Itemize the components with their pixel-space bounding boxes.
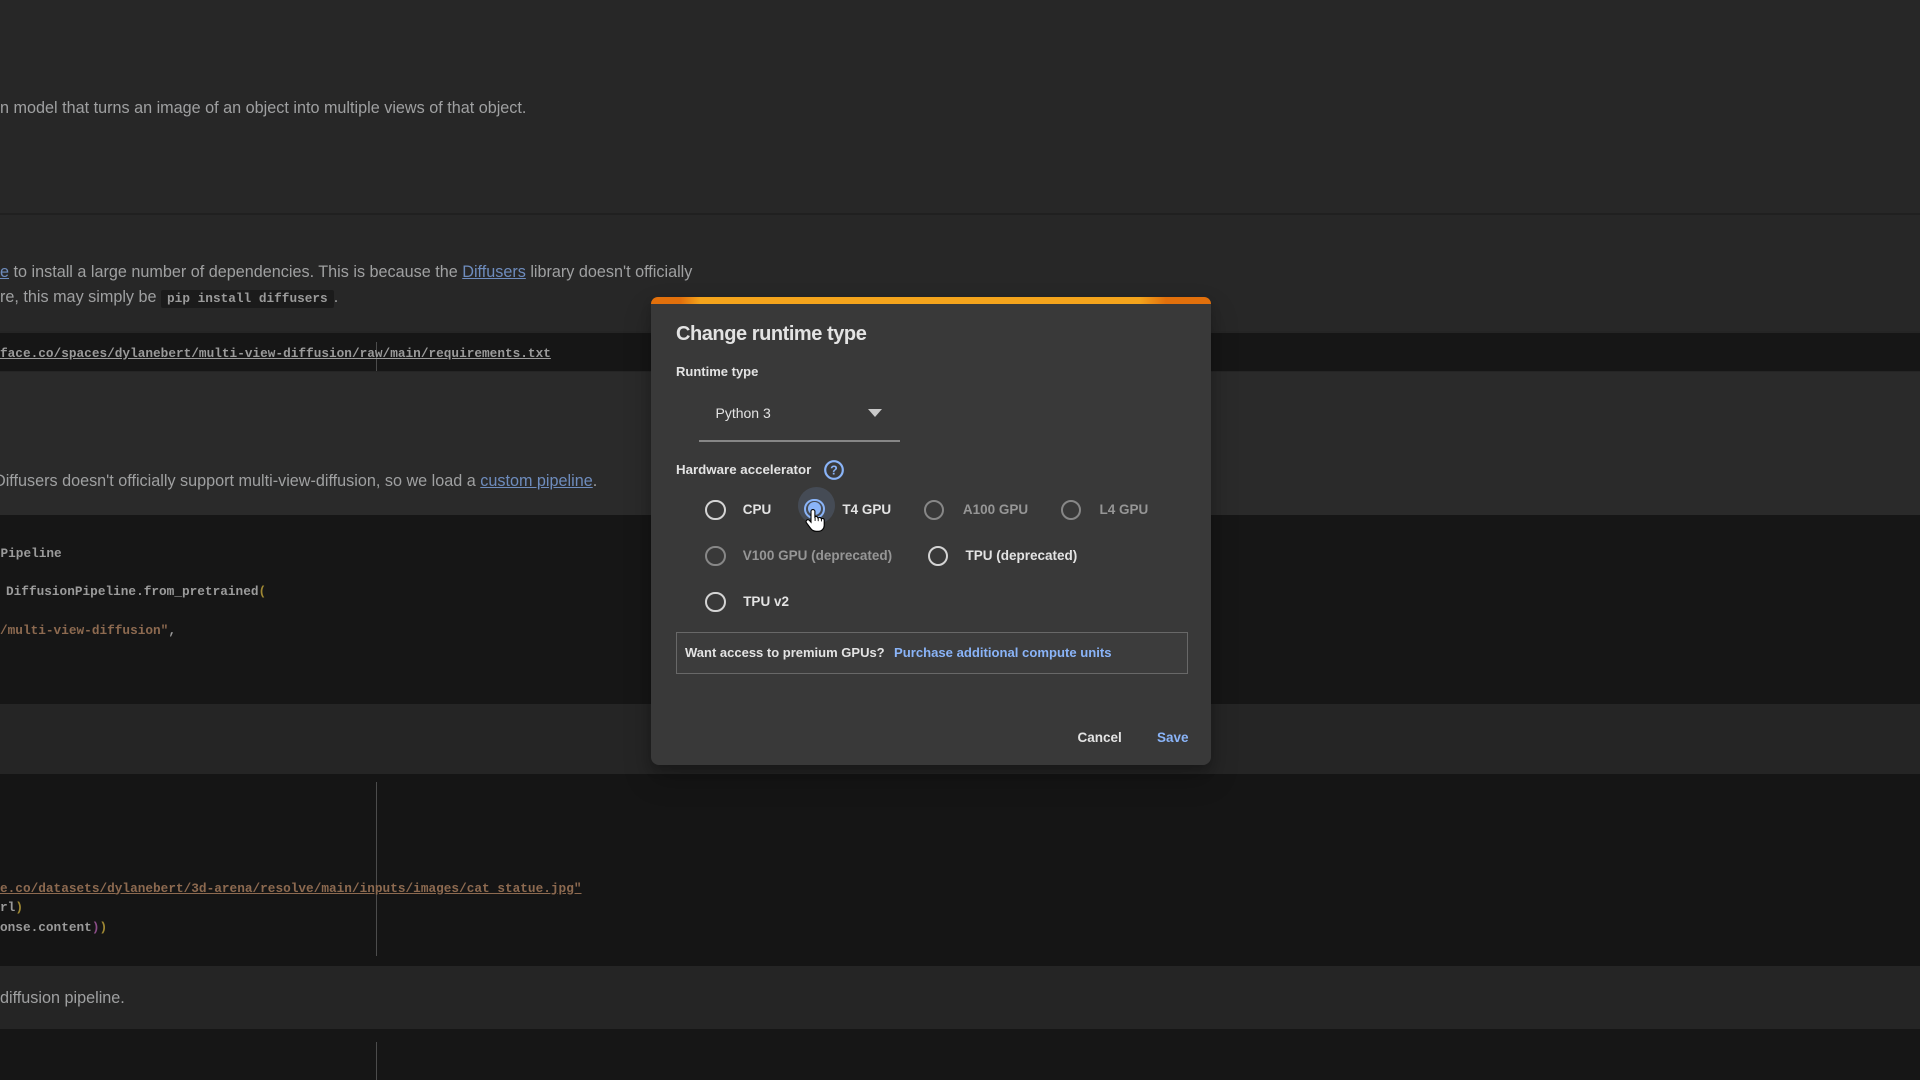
svg-text:?: ?	[830, 463, 838, 477]
